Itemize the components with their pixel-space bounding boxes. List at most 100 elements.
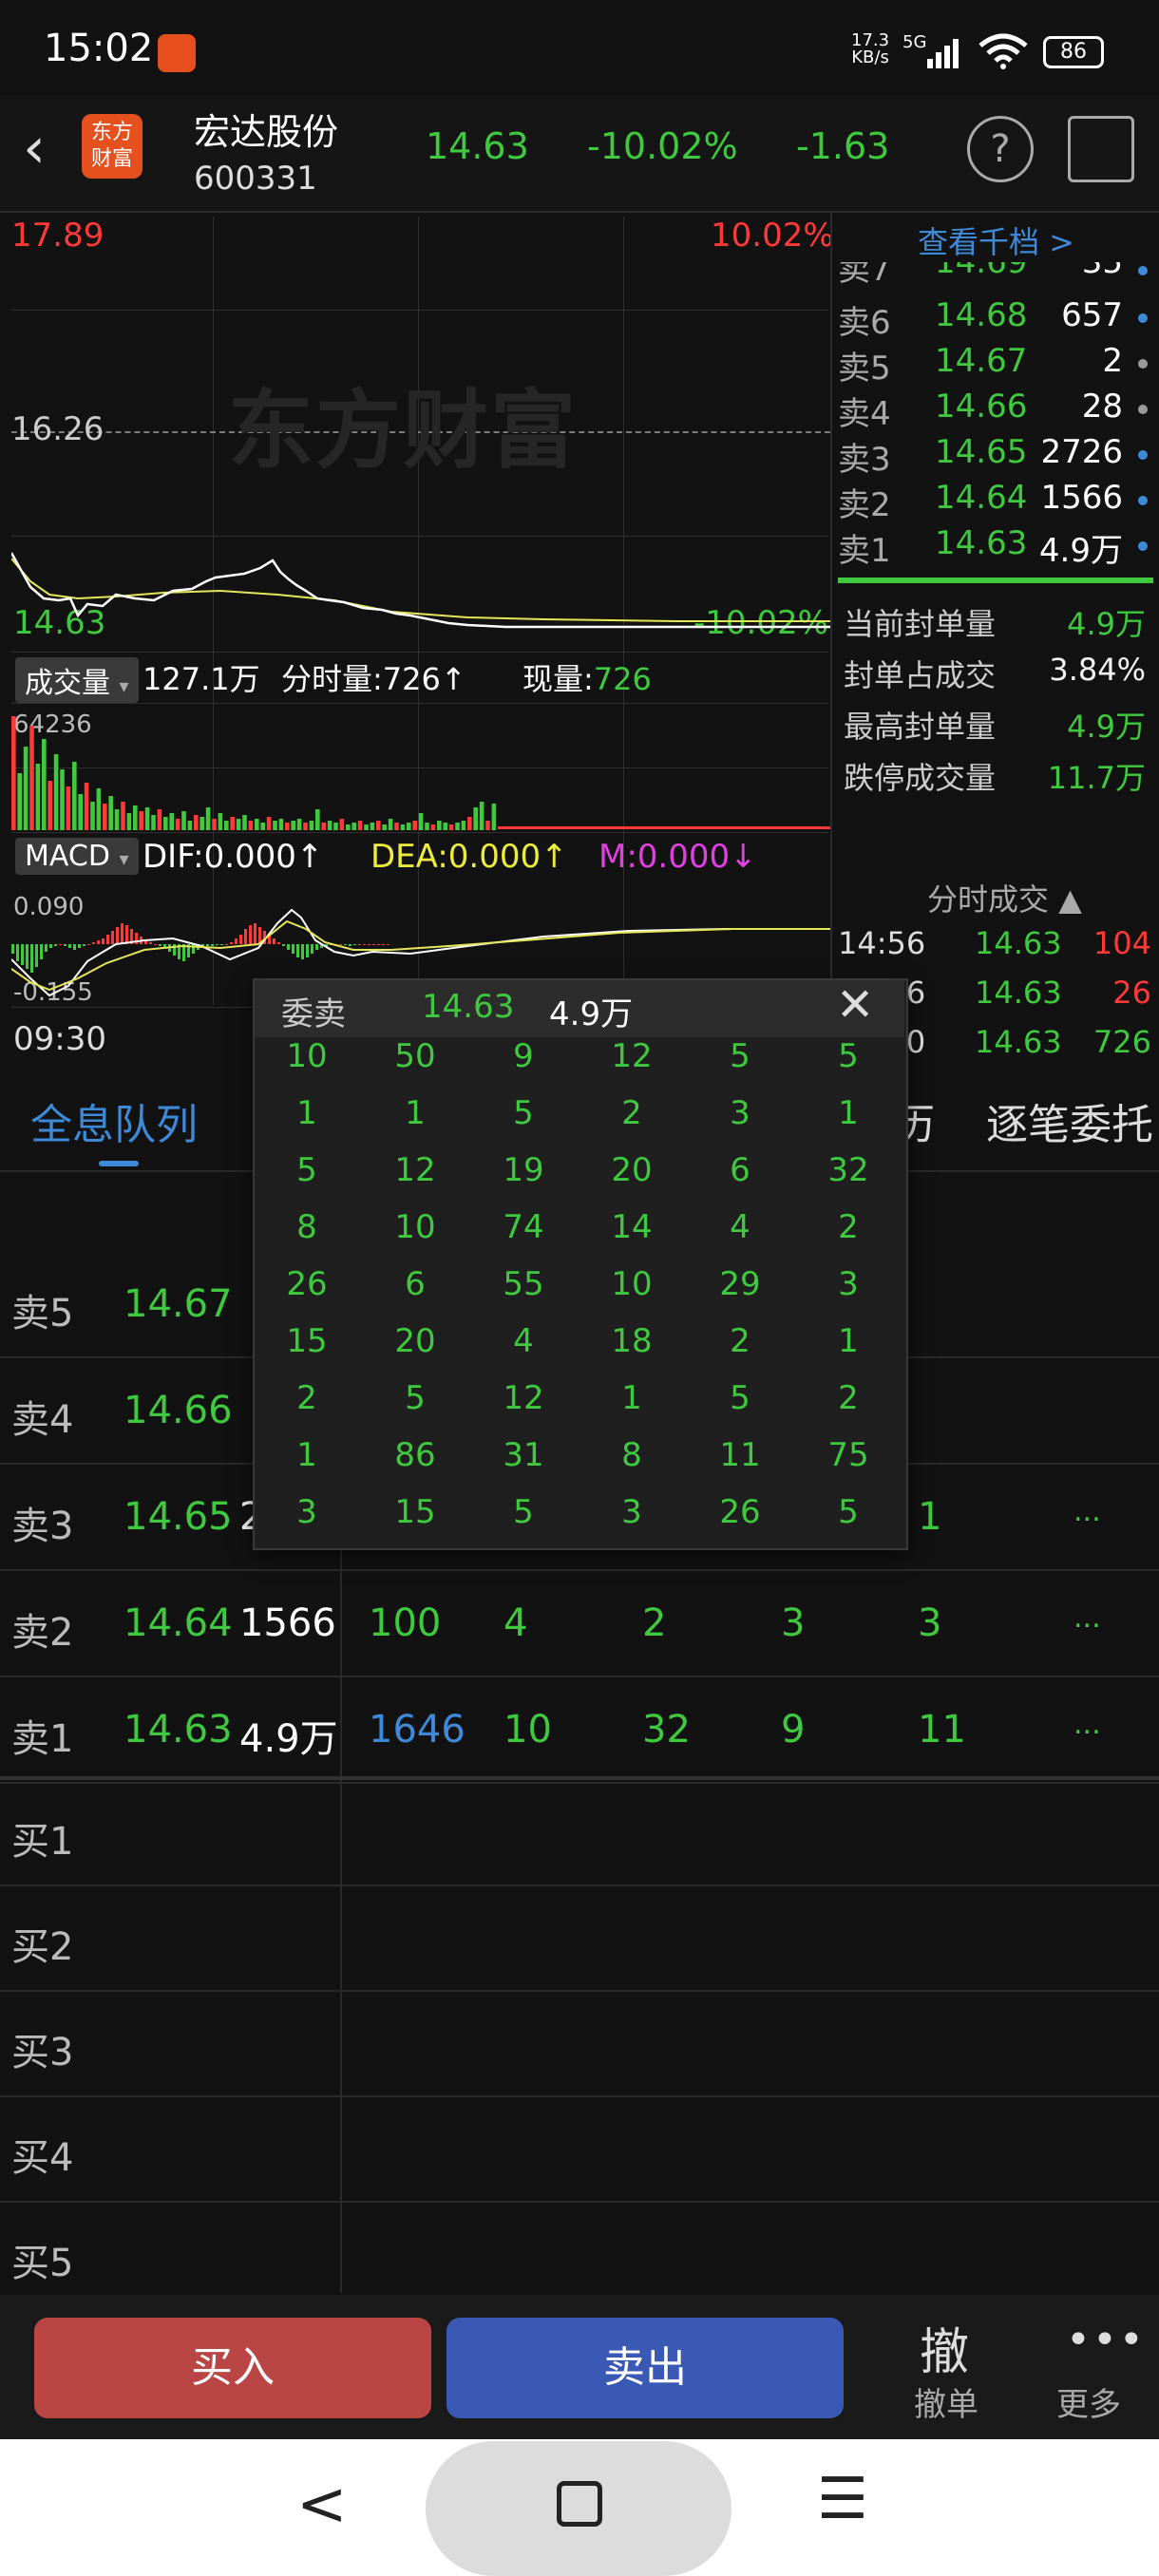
queue-row-buy[interactable]: 买2 — [0, 1885, 1159, 1992]
nav-menu-icon[interactable]: ☰ — [817, 2466, 868, 2532]
queue-price: 14.65 — [124, 1495, 233, 1539]
dif-value: DIF:0.000↑ — [142, 838, 324, 876]
queue-price: 14.63 — [124, 1708, 233, 1752]
nav-home-icon[interactable] — [557, 2481, 602, 2527]
popup-order-cell: 12 — [394, 1151, 436, 1189]
queue-order-cell[interactable]: 4 — [504, 1601, 527, 1645]
caret-up-icon: ▲ — [1058, 881, 1082, 918]
popup-order-cell: 10 — [286, 1037, 328, 1075]
macd-bar — [211, 944, 214, 946]
xl-label-text: 现量: — [522, 661, 594, 697]
order-book-row: 卖5 14.67 2 — [838, 342, 1151, 388]
queue-row-sell[interactable]: 卖2 14.64 1566 100 4 2 3 3... — [0, 1571, 1159, 1677]
volume-bar — [224, 821, 229, 830]
cancel-order-label[interactable]: 撤单 — [914, 2378, 978, 2425]
volume-bar — [139, 811, 143, 830]
popup-order-cell: 3 — [838, 1265, 859, 1303]
queue-order-cell[interactable]: ... — [1074, 1708, 1101, 1741]
popup-order-cell: 10 — [394, 1208, 436, 1246]
seal-stat-row: 当前封单量 4.9万 — [844, 600, 1153, 650]
order-book-price: 14.64 — [935, 479, 1028, 517]
volume-bar — [163, 817, 168, 830]
nav-back-icon[interactable]: < — [296, 2470, 348, 2540]
queue-order-cell[interactable]: 1 — [918, 1495, 941, 1539]
order-book-row: 卖7 14.69 35 — [838, 262, 1151, 283]
queue-row-sell[interactable]: 卖1 14.63 4.9万 1646 10 32 9 11... — [0, 1677, 1159, 1784]
signal-icon — [927, 39, 959, 68]
popup-order-cell: 20 — [394, 1322, 436, 1360]
volume-selector[interactable]: 成交量 ▾ — [15, 657, 139, 703]
order-book-volume: 1566 — [1040, 479, 1123, 517]
signal-label: 5G — [902, 32, 927, 52]
volume-bar — [352, 823, 356, 830]
order-book-volume: 657 — [1061, 296, 1123, 334]
queue-price: 14.64 — [124, 1601, 233, 1645]
back-chevron-icon[interactable]: ‹ — [23, 120, 46, 177]
volume-bar — [346, 824, 351, 830]
ticks-title[interactable]: 分时成交 ▲ — [927, 876, 1082, 919]
order-book-level: 卖6 — [838, 304, 891, 342]
volume-bar — [485, 821, 490, 830]
macd-bar — [35, 944, 38, 967]
macd-bar — [349, 944, 352, 946]
volume-bar — [175, 819, 180, 830]
queue-row-buy[interactable]: 买5 — [0, 2202, 1159, 2308]
tab-full-queue[interactable]: 全息队列 — [30, 1090, 198, 1151]
time-start-label: 09:30 — [13, 1020, 106, 1058]
help-icon[interactable]: ? — [967, 116, 1034, 182]
fsl-arrow: ↑ — [440, 661, 466, 697]
tab-tick-orders[interactable]: 逐笔委托 — [986, 1090, 1153, 1151]
queue-level: 卖3 — [11, 1505, 74, 1548]
volume-bar — [35, 764, 41, 830]
cancel-order-icon[interactable]: 撤 — [920, 2312, 969, 2383]
volume-bar — [357, 821, 363, 830]
macd-bar — [311, 944, 314, 954]
queue-order-cell[interactable]: 11 — [918, 1708, 966, 1752]
view-full-depth-link[interactable]: 查看千档 > — [918, 218, 1074, 262]
macd-bar — [368, 944, 370, 945]
queue-order-cell[interactable]: ... — [1074, 1601, 1101, 1635]
macd-bar — [121, 923, 124, 944]
queue-order-cell[interactable]: 10 — [504, 1708, 552, 1752]
volume-bar — [60, 769, 65, 830]
watermark: 东方财富 — [228, 381, 578, 481]
popup-order-cell: 55 — [503, 1265, 544, 1303]
volume-bar — [169, 813, 174, 830]
more-icon[interactable]: ••• — [1066, 2316, 1146, 2364]
seal-stat-value: 4.9万 — [1067, 606, 1146, 642]
sell-button[interactable]: 卖出 — [446, 2318, 844, 2418]
queue-order-cell[interactable]: 100 — [369, 1601, 441, 1645]
net-speed: 17.3 KB/s — [851, 32, 889, 66]
popup-order-cell: 5 — [838, 1493, 859, 1531]
volume-bar — [133, 805, 138, 830]
popup-order-cell: 15 — [394, 1493, 436, 1531]
macd-bar — [358, 944, 361, 945]
macd-bar — [254, 923, 256, 944]
queue-row-buy[interactable]: 买3 — [0, 1991, 1159, 2097]
dea-value: DEA:0.000↑ — [370, 838, 568, 876]
queue-order-cell[interactable]: 9 — [781, 1708, 805, 1752]
macd-selector[interactable]: MACD ▾ — [15, 838, 139, 875]
volume-bar — [443, 823, 447, 830]
side-panel-icon[interactable] — [1068, 116, 1134, 182]
queue-row-buy[interactable]: 买1 — [0, 1780, 1159, 1886]
volume-bar — [479, 802, 484, 830]
queue-order-cell[interactable]: 3 — [781, 1601, 805, 1645]
queue-order-cell[interactable]: 32 — [642, 1708, 691, 1752]
macd-bar — [387, 944, 390, 945]
queue-order-cell[interactable]: ... — [1074, 1495, 1101, 1528]
status-time: 15:02 — [44, 27, 154, 70]
buy-button[interactable]: 买入 — [34, 2318, 431, 2418]
queue-row-buy[interactable]: 买4 — [0, 2096, 1159, 2203]
xl-value: 726 — [593, 661, 652, 697]
macd-bar — [21, 944, 24, 965]
queue-order-cell[interactable]: 1646 — [369, 1708, 466, 1752]
popup-order-cell: 8 — [621, 1436, 642, 1474]
close-icon[interactable]: ✕ — [836, 978, 874, 1032]
queue-order-cell[interactable]: 2 — [642, 1601, 666, 1645]
more-label[interactable]: 更多 — [1056, 2378, 1121, 2425]
y-top-pct-label: 10.02% — [711, 217, 834, 255]
macd-bar — [339, 944, 342, 945]
order-book-level: 卖7 — [838, 262, 891, 283]
queue-order-cell[interactable]: 3 — [918, 1601, 941, 1645]
